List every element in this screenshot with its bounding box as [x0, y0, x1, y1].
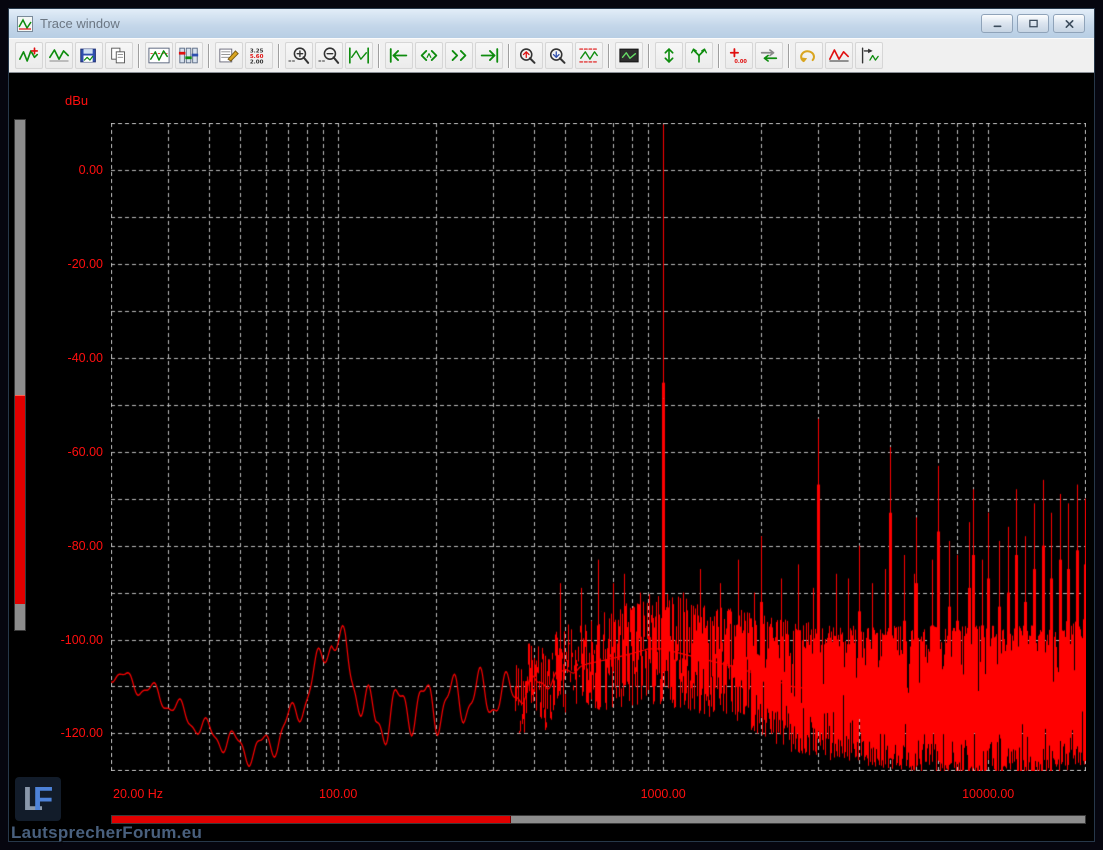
maximize-button[interactable] [1017, 14, 1049, 33]
zoom-x-out-button[interactable] [315, 42, 343, 69]
plus-zero-icon: 0.00 [728, 46, 750, 65]
close-icon [1064, 19, 1075, 29]
minimize-button[interactable] [981, 14, 1013, 33]
save-icon [78, 46, 100, 65]
window-title: Trace window [40, 16, 120, 31]
zoom-up-icon [518, 46, 540, 65]
y-tick-label: -80.00 [39, 538, 103, 554]
mixer-icon [178, 46, 200, 65]
zoom-x-in-button[interactable] [285, 42, 313, 69]
zoom-plus-icon [288, 46, 310, 65]
trace-window: Trace window 3.255.602.00 0.00 dBu L F La… [8, 8, 1095, 842]
x-tick-label: 1000.00 [641, 787, 686, 801]
trace-cursor-button[interactable] [855, 42, 883, 69]
arrow-right-bar-icon [478, 46, 500, 65]
svg-text:0.00: 0.00 [734, 59, 747, 65]
watermark-logo: L F [15, 777, 61, 821]
caption-buttons [981, 14, 1085, 33]
toolbar-separator [378, 44, 380, 68]
scroll-right-end-button[interactable] [475, 42, 503, 69]
arrow-left-bar-icon [388, 46, 410, 65]
fit-vertical-button[interactable] [575, 42, 603, 69]
toolbar-separator [718, 44, 720, 68]
red-wave-icon [828, 46, 850, 65]
h-scrollbar-fill[interactable] [112, 816, 511, 823]
y-tick-label: -20.00 [39, 256, 103, 272]
show-mixer-button[interactable] [175, 42, 203, 69]
app-icon [17, 16, 33, 32]
zoom-minus-icon [318, 46, 340, 65]
new-trace-button[interactable] [45, 42, 73, 69]
plot-area: dBu L F LautsprecherForum.eu 0.00 -20.00 -… [9, 73, 1094, 841]
y-tick-label: -100.00 [39, 632, 103, 648]
frame-wave-icon [148, 46, 170, 65]
x-tick-label: 100.00 [319, 787, 357, 801]
edit-icon [218, 46, 240, 65]
toolbar-separator [278, 44, 280, 68]
wave-lines-icon [578, 46, 600, 65]
undo-zoom-button[interactable] [795, 42, 823, 69]
scroll-right-button[interactable] [445, 42, 473, 69]
zoom-y-out-button[interactable] [545, 42, 573, 69]
h-scrollbar-track[interactable] [111, 815, 1086, 824]
maximize-icon [1028, 19, 1039, 29]
wave-icon [48, 46, 70, 65]
edit-values-button[interactable] [215, 42, 243, 69]
show-graph-button[interactable] [145, 42, 173, 69]
minimize-icon [992, 19, 1003, 29]
svg-text:2.00: 2.00 [250, 60, 264, 65]
titlebar: Trace window [9, 9, 1094, 39]
toolbar-separator [608, 44, 610, 68]
wave-fit-icon [348, 46, 370, 65]
v-scrollbar-track[interactable] [14, 119, 26, 631]
pan-view-button[interactable] [615, 42, 643, 69]
swap-markers-button[interactable] [755, 42, 783, 69]
x-tick-label: 20.00 Hz [113, 787, 163, 801]
toolbar-separator [788, 44, 790, 68]
pan-icon [618, 46, 640, 65]
y-tick-label: -120.00 [39, 725, 103, 741]
add-marker-button[interactable]: 0.00 [725, 42, 753, 69]
overlay-trace-button[interactable] [825, 42, 853, 69]
expand-y-button[interactable] [655, 42, 683, 69]
y-axis-unit-label: dBu [65, 93, 88, 108]
arrows-split-icon [688, 46, 710, 65]
scroll-step-button[interactable] [415, 42, 443, 69]
arrows-swap-icon [758, 46, 780, 65]
save-trace-button[interactable] [75, 42, 103, 69]
zoom-y-in-button[interactable] [515, 42, 543, 69]
numbers-icon: 3.255.602.00 [248, 46, 270, 65]
wave-plus-icon [18, 46, 40, 65]
toolbar-separator [208, 44, 210, 68]
v-scrollbar-thumb[interactable] [15, 395, 25, 604]
close-button[interactable] [1053, 14, 1085, 33]
toolbar-separator [648, 44, 650, 68]
y-tick-label: -40.00 [39, 350, 103, 366]
fit-horizontal-button[interactable] [345, 42, 373, 69]
y-tick-label: -60.00 [39, 444, 103, 460]
undo-icon [798, 46, 820, 65]
chart-canvas[interactable] [111, 123, 1086, 771]
arrows-right-icon [448, 46, 470, 65]
autoscale-y-button[interactable] [685, 42, 713, 69]
toolbar: 3.255.602.00 0.00 [9, 38, 1094, 73]
show-values-button[interactable]: 3.255.602.00 [245, 42, 273, 69]
add-trace-button[interactable] [15, 42, 43, 69]
y-tick-label: 0.00 [39, 162, 103, 178]
watermark-logo-f: F [33, 777, 53, 821]
arrows-left-right-icon [418, 46, 440, 65]
toolbar-separator [508, 44, 510, 68]
toolbar-separator [138, 44, 140, 68]
arrows-vertical-icon [658, 46, 680, 65]
zoom-down-icon [548, 46, 570, 65]
watermark-text: LautsprecherForum.eu [11, 823, 202, 843]
x-tick-label: 10000.00 [962, 787, 1014, 801]
copy-icon [108, 46, 130, 65]
copy-trace-button[interactable] [105, 42, 133, 69]
cursor-wave-icon [858, 46, 880, 65]
scroll-left-end-button[interactable] [385, 42, 413, 69]
